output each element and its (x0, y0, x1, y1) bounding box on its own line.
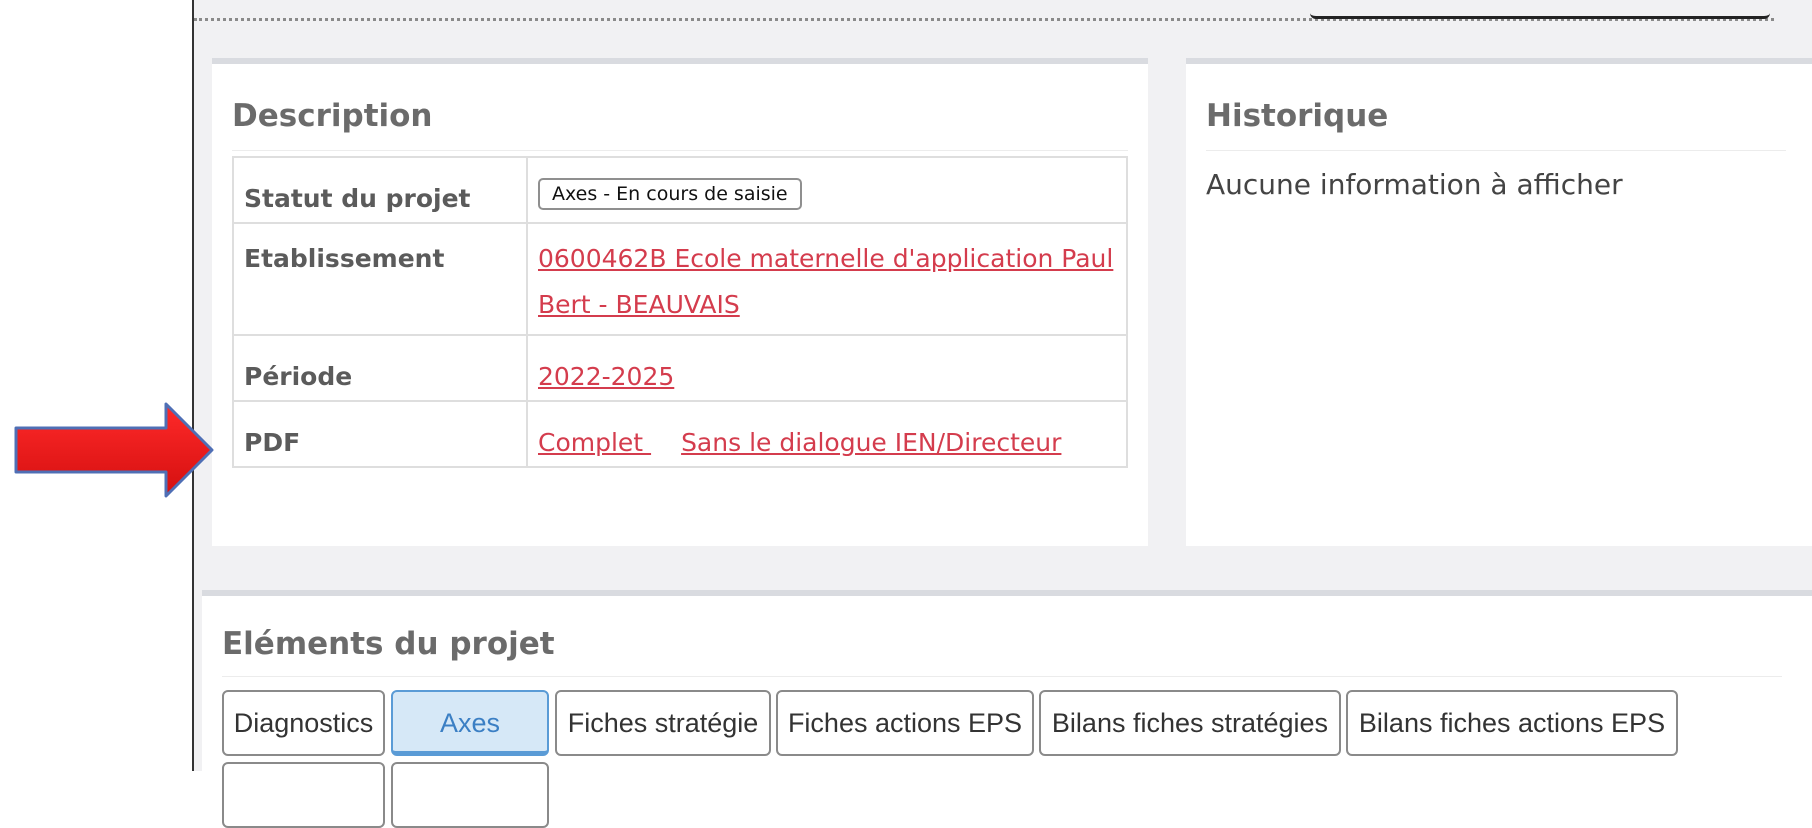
pdf-complet-link[interactable]: Complet (538, 428, 651, 457)
table-row: PDF Complet Sans le dialogue IEN/Directe… (232, 400, 1128, 468)
tab-overflow-2[interactable] (391, 762, 549, 828)
description-divider (232, 150, 1128, 151)
tab-fiches-actions-eps[interactable]: Fiches actions EPS (776, 690, 1034, 756)
etablissement-label: Etablissement (244, 244, 445, 273)
table-row: Période 2022-2025 (232, 334, 1128, 402)
elements-panel: Eléments du projet Diagnostics Axes Fich… (202, 590, 1812, 828)
red-arrow-icon (14, 402, 214, 498)
historique-title: Historique (1206, 98, 1389, 134)
tab-axes[interactable]: Axes (391, 690, 549, 756)
historique-divider (1206, 150, 1786, 151)
pdf-label: PDF (244, 428, 301, 457)
tab-bilans-fiches-strategies[interactable]: Bilans fiches stratégies (1039, 690, 1341, 756)
description-table: Statut du projet Axes - En cours de sais… (232, 156, 1128, 468)
elements-divider (222, 676, 1782, 677)
elements-title: Eléments du projet (222, 626, 555, 662)
description-title: Description (232, 98, 433, 134)
table-row: Etablissement 0600462B Ecole maternelle … (232, 222, 1128, 336)
top-shadow (1310, 6, 1770, 19)
tab-overflow-1[interactable] (222, 762, 385, 828)
tab-diagnostics[interactable]: Diagnostics (222, 690, 385, 756)
tab-fiches-strategie[interactable]: Fiches stratégie (555, 690, 771, 756)
etablissement-link[interactable]: 0600462B Ecole maternelle d'application … (538, 244, 1113, 319)
description-panel: Description Statut du projet Axes - En c… (212, 58, 1148, 546)
pdf-sans-dialogue-link[interactable]: Sans le dialogue IEN/Directeur (681, 428, 1061, 457)
historique-panel: Historique Aucune information à afficher (1186, 58, 1812, 546)
statut-badge[interactable]: Axes - En cours de saisie (538, 178, 802, 210)
table-row: Statut du projet Axes - En cours de sais… (232, 156, 1128, 224)
periode-link[interactable]: 2022-2025 (538, 362, 674, 391)
statut-label: Statut du projet (244, 184, 471, 213)
tab-bilans-fiches-actions-eps[interactable]: Bilans fiches actions EPS (1346, 690, 1678, 756)
periode-label: Période (244, 362, 353, 391)
historique-empty-text: Aucune information à afficher (1206, 168, 1623, 201)
